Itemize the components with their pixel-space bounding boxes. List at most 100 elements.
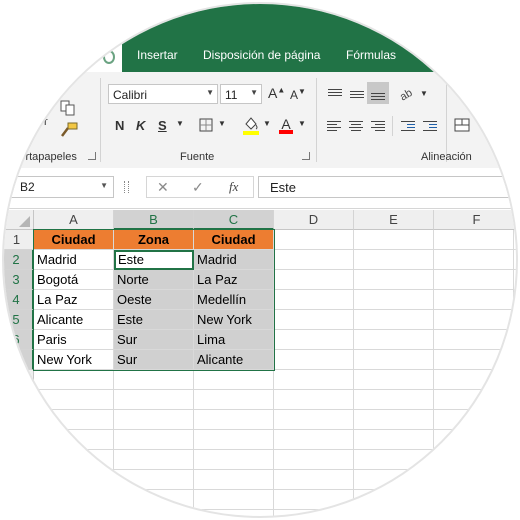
cell-c7[interactable]: Alicante [194, 350, 274, 370]
cell-c3[interactable]: La Paz [194, 270, 274, 290]
row-header-2[interactable]: 2 [4, 250, 34, 270]
cell-a3[interactable]: Bogotá [34, 270, 114, 290]
italic-button[interactable]: K [136, 118, 145, 133]
chevron-down-icon[interactable]: ▼ [100, 181, 108, 190]
cancel-icon[interactable]: ✕ [157, 179, 169, 196]
cell-b5[interactable]: Este [114, 310, 194, 330]
decrease-font-size-icon[interactable]: A▼ [290, 87, 306, 102]
row-header-11[interactable] [4, 430, 34, 450]
svg-text:ab: ab [398, 87, 415, 101]
font-name-select[interactable]: Calibri ▼ [108, 84, 218, 104]
row-header-6[interactable]: 6 [4, 330, 34, 350]
chevron-down-icon[interactable]: ▼ [263, 119, 271, 128]
align-left-icon[interactable] [327, 120, 341, 132]
orientation-icon[interactable]: ab [398, 85, 418, 101]
cell-b7[interactable]: Sur [114, 350, 194, 370]
font-launcher-icon[interactable] [302, 152, 310, 160]
chevron-down-icon[interactable]: ▼ [420, 89, 428, 98]
enter-icon[interactable]: ✓ [192, 179, 204, 196]
cell-c5[interactable]: New York [194, 310, 274, 330]
tab-stub-icon [103, 50, 115, 64]
cell-c4[interactable]: Medellín [194, 290, 274, 310]
column-header-e[interactable]: E [354, 210, 434, 230]
group-divider [316, 78, 317, 162]
merge-center-icon[interactable] [454, 118, 470, 132]
row-header-1[interactable]: 1 [4, 230, 34, 250]
cell-b6[interactable]: Sur [114, 330, 194, 350]
format-painter-icon[interactable] [60, 122, 78, 138]
column-header-a[interactable]: A [34, 210, 114, 230]
divider [392, 116, 393, 136]
row-header-9[interactable] [4, 390, 34, 410]
row-header-10[interactable] [4, 410, 34, 430]
ribbon-body: r Portapapeles Calibri ▼ 11 ▼ A▲ A▼ N K … [4, 72, 516, 169]
cell-a7[interactable]: New York [34, 350, 114, 370]
column-header-f[interactable]: F [434, 210, 516, 230]
cell-a6[interactable]: Paris [34, 330, 114, 350]
align-top-icon[interactable] [328, 88, 342, 100]
cell-a4[interactable]: La Paz [34, 290, 114, 310]
clipboard-launcher-icon[interactable] [88, 152, 96, 160]
row-header-4[interactable]: 4 [4, 290, 34, 310]
chevron-down-icon[interactable]: ▼ [298, 119, 306, 128]
resize-handle[interactable] [124, 181, 129, 193]
row-header-8[interactable] [4, 370, 34, 390]
column-header-d[interactable]: D [274, 210, 354, 230]
row-header-7[interactable]: 7 [4, 350, 34, 370]
formula-buttons: ✕ ✓ fx [146, 176, 254, 198]
font-size-select[interactable]: 11 ▼ [220, 84, 262, 104]
row-header-5[interactable]: 5 [4, 310, 34, 330]
group-label-alignment: Alineación [421, 151, 472, 163]
row-header-3[interactable]: 3 [4, 270, 34, 290]
cell-b2[interactable]: Este [114, 250, 194, 270]
row-header-12[interactable] [4, 450, 34, 470]
font-color-icon[interactable]: A [279, 116, 293, 134]
increase-indent-icon[interactable] [423, 120, 437, 132]
tab-disposicion-de-pagina[interactable]: Disposición de página [203, 48, 320, 62]
formula-value: Este [270, 180, 297, 195]
name-box[interactable]: B2 ▼ [10, 176, 114, 198]
align-right-icon[interactable] [371, 120, 385, 132]
select-all-corner[interactable] [4, 210, 34, 230]
borders-icon[interactable] [199, 118, 213, 132]
cell-c6[interactable]: Lima [194, 330, 274, 350]
cell-a2[interactable]: Madrid [34, 250, 114, 270]
align-bottom-icon [371, 88, 385, 100]
cell-c2[interactable]: Madrid [194, 250, 274, 270]
chevron-down-icon: ▼ [250, 88, 258, 97]
cell-c1[interactable]: Ciudad [194, 230, 274, 250]
select-all-icon [19, 216, 30, 227]
circular-crop: Insertar Disposición de página Fórmulas … [4, 4, 516, 516]
fill-color-icon[interactable] [242, 115, 260, 135]
cell-b3[interactable]: Norte [114, 270, 194, 290]
column-header-b[interactable]: B [114, 210, 194, 230]
increase-font-size-icon[interactable]: A▲ [268, 85, 285, 101]
cut-label-fragment: r [44, 116, 48, 128]
align-center-icon[interactable] [349, 120, 363, 132]
chevron-down-icon[interactable]: ▼ [218, 119, 226, 128]
cell-a5[interactable]: Alicante [34, 310, 114, 330]
align-bottom-button[interactable] [367, 82, 389, 104]
copy-icon[interactable] [60, 100, 76, 116]
ribbon-tab-bar: Insertar Disposición de página Fórmulas [4, 4, 516, 72]
insert-function-icon[interactable]: fx [229, 179, 238, 195]
underline-button[interactable]: S [158, 118, 167, 133]
font-size-value: 11 [225, 88, 238, 102]
bold-button[interactable]: N [115, 118, 124, 133]
row-header-13[interactable] [4, 470, 34, 490]
cell-b1[interactable]: Zona [114, 230, 194, 250]
align-middle-icon[interactable] [350, 88, 364, 100]
cell-b4[interactable]: Oeste [114, 290, 194, 310]
group-label-font: Fuente [180, 151, 215, 163]
divider [446, 78, 447, 162]
column-header-c[interactable]: C [194, 210, 274, 230]
tab-formulas[interactable]: Fórmulas [346, 48, 396, 62]
cell-a1[interactable]: Ciudad [34, 230, 114, 250]
tab-insertar[interactable]: Insertar [137, 48, 178, 62]
font-name-value: Calibri [113, 88, 148, 102]
chevron-down-icon[interactable]: ▼ [176, 119, 184, 128]
chevron-down-icon: ▼ [206, 88, 214, 97]
row-header-14[interactable] [4, 490, 34, 510]
formula-input[interactable]: Este [258, 176, 516, 198]
decrease-indent-icon[interactable] [401, 120, 415, 132]
